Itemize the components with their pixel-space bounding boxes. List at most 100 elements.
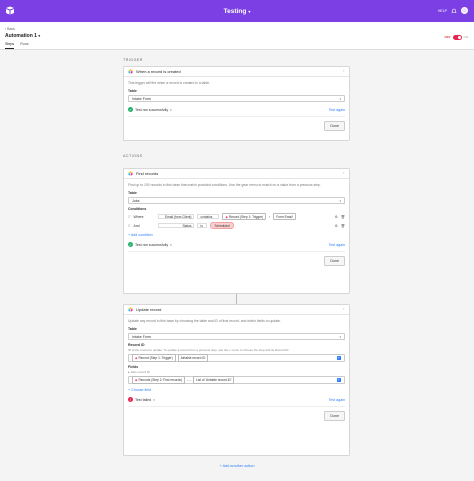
table-value: Intake Form (132, 334, 152, 339)
check-circle-icon: ✓ (128, 107, 133, 112)
chevron-up-icon[interactable]: ⌃ (342, 172, 345, 176)
toggle-switch[interactable] (452, 35, 462, 40)
drag-handle-icon[interactable]: ⠿ (128, 224, 130, 228)
condition-row: ⠿ And Status is Scheduled ⚙ 🗑 (128, 221, 345, 230)
trigger-status: ✓ Test ran successfully ▾ Test again (128, 107, 345, 112)
chevron-up-icon[interactable]: ⌃ (342, 308, 345, 312)
toggle-off-label: OFF (444, 35, 451, 40)
add-another-action-button[interactable]: + Add another action (0, 464, 474, 468)
token-label: Records (Step 2: Find records) (138, 378, 183, 382)
chevron-down-icon[interactable]: ▾ (170, 243, 172, 247)
update-record-title: Update record (136, 307, 162, 312)
trigger-card: When a record is created ⌃ This trigger … (123, 66, 350, 141)
table-select[interactable]: Jobs ▾ (128, 197, 345, 204)
status-text: Test failed (135, 397, 152, 402)
base-title: Testing (223, 7, 247, 15)
trash-icon[interactable]: 🗑 (341, 224, 345, 228)
condition-prefix: Where (133, 214, 144, 219)
field-value-input[interactable]: ◆ Records (Step 2: Find records) ⋯ List … (128, 376, 345, 384)
step-connector (236, 294, 237, 304)
chevron-down-icon[interactable]: ▾ (170, 108, 172, 112)
airtable-icon (128, 69, 133, 74)
actions-section-label: ACTIONS (123, 154, 143, 158)
status-text: Test ran successfully (135, 242, 169, 247)
choose-field-button[interactable]: + Choose field (128, 388, 345, 392)
automation-toggle[interactable]: OFF ON (444, 35, 469, 40)
trigger-description: This trigger will fire when a record is … (128, 81, 210, 85)
gear-icon[interactable]: ⚙ (335, 215, 338, 219)
choose-field-label: Choose field (131, 388, 152, 392)
help-link[interactable]: HELP (438, 9, 447, 13)
airtable-icon: ◆ (225, 214, 228, 219)
test-again-button[interactable]: Test again (329, 398, 345, 402)
token-separator: ⋯ (187, 377, 192, 383)
update-description: Update any record in this base by choosi… (128, 319, 281, 323)
table-select[interactable]: Intake Form ▾ (128, 95, 345, 102)
chevron-down-icon: ▾ (38, 34, 41, 38)
gear-icon[interactable]: ⚙ (335, 224, 338, 228)
table-value: Jobs (132, 198, 140, 203)
add-condition-button[interactable]: + Add condition (128, 233, 345, 237)
tab-runs[interactable]: Runs (20, 42, 28, 49)
done-button[interactable]: Done (324, 256, 345, 266)
records-token[interactable]: ◆ Records (Step 2: Find records) (132, 376, 186, 384)
find-records-title: Find records (136, 171, 159, 176)
table-value: Intake Form (132, 96, 152, 101)
airtable-icon (128, 307, 133, 312)
record-id-token[interactable]: Airtable record ID (177, 354, 209, 362)
back-link[interactable]: ‹ Back (5, 27, 15, 31)
app-logo-icon[interactable] (5, 6, 15, 15)
top-bar: Testing ▾ HELP (0, 0, 474, 22)
automation-name: Automation 1 (5, 33, 37, 39)
airtable-icon (128, 171, 133, 176)
toggle-on-label: ON (463, 35, 469, 40)
conditions-label: Conditions (128, 207, 147, 211)
plus-icon[interactable]: + (336, 377, 341, 383)
condition-field-select[interactable]: Email (from Client) (158, 213, 195, 220)
chevron-down-icon[interactable]: ▾ (153, 398, 155, 402)
update-status: ! Test failed ▾ Test again (128, 397, 345, 402)
token-separator: › (269, 214, 271, 219)
update-record-header[interactable]: Update record ⌃ (124, 305, 349, 315)
condition-operator-select[interactable]: contains (197, 213, 220, 220)
find-records-header[interactable]: Find records ⌃ (124, 169, 349, 179)
error-circle-icon: ! (128, 397, 133, 402)
plus-icon[interactable]: + (336, 355, 341, 361)
condition-operator-select[interactable]: is (197, 222, 208, 229)
find-status: ✓ Test ran successfully ▾ Test again (128, 242, 345, 247)
airtable-icon: ◆ (135, 378, 138, 382)
test-again-button[interactable]: Test again (329, 243, 345, 247)
base-title-dropdown[interactable]: Testing ▾ (224, 8, 251, 15)
chevron-down-icon: ▾ (339, 334, 341, 339)
record-token[interactable]: ◆ Record (Step 1: Trigger) (132, 354, 176, 362)
automation-name-dropdown[interactable]: Automation 1 ▾ (5, 33, 40, 39)
add-condition-label: Add condition (130, 233, 153, 237)
table-label: Table (128, 327, 137, 331)
table-select[interactable]: Intake Form ▾ (128, 333, 345, 340)
trash-icon[interactable]: 🗑 (341, 215, 345, 219)
record-token[interactable]: ◆ Record (Step 1: Trigger) (222, 212, 267, 221)
record-id-input[interactable]: ◆ Record (Step 1: Trigger) Airtable reco… (128, 354, 345, 362)
tab-steps[interactable]: Steps (5, 42, 15, 49)
table-label: Table (128, 191, 137, 195)
test-again-button[interactable]: Test again (329, 108, 345, 112)
trigger-section-label: TRIGGER (123, 58, 143, 62)
bell-icon[interactable] (451, 8, 457, 14)
condition-field-select[interactable]: Status (158, 222, 195, 229)
chevron-up-icon[interactable]: ⌃ (342, 70, 345, 74)
form-email-token[interactable]: Form Email (273, 212, 296, 221)
done-button[interactable]: Done (324, 121, 345, 131)
list-token[interactable]: List of 'Airtable record ID' (193, 376, 235, 384)
field-name: ▸ Jobs record ID (128, 370, 150, 374)
done-button[interactable]: Done (324, 411, 345, 421)
field-name-text: Jobs record ID (130, 370, 150, 374)
status-value-pill[interactable]: Scheduled (210, 221, 234, 230)
fields-label: Fields (128, 365, 139, 369)
drag-handle-icon[interactable]: ⠿ (128, 215, 130, 219)
status-text: Test ran successfully (135, 107, 169, 112)
token-label: Record (Step 1: Trigger) (138, 356, 173, 360)
chevron-down-icon: ▾ (339, 198, 341, 203)
avatar[interactable] (461, 7, 468, 14)
trigger-card-header[interactable]: When a record is created ⌃ (124, 67, 349, 77)
find-description: Find up to 100 records in this base that… (128, 183, 321, 187)
